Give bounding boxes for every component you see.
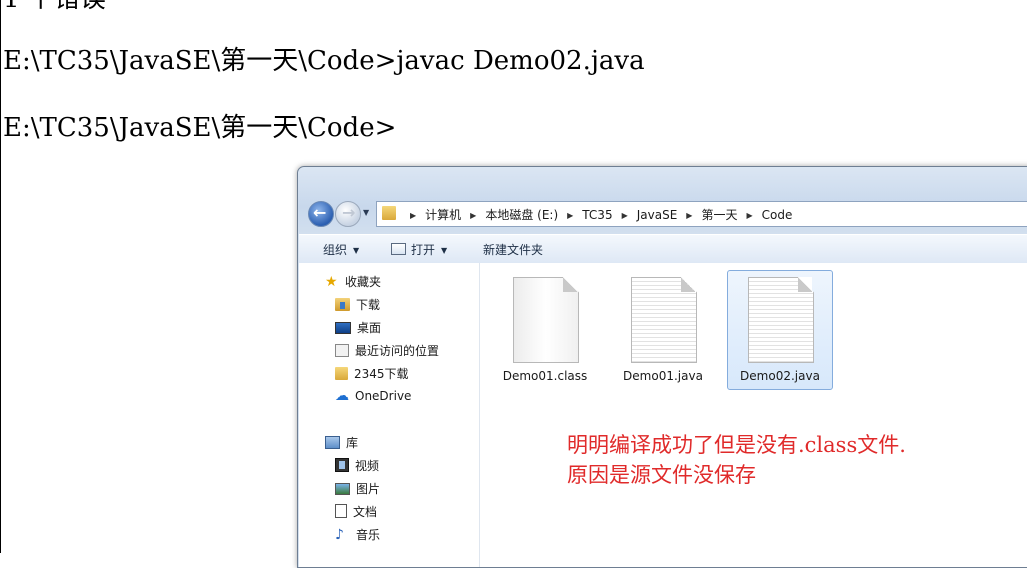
explorer-window: ← → ▼ ▶ 计算机 ▶ 本地磁盘 (E:) ▶ TC35 ▶ JavaSE ▶ 第一天 ▶ Cod… bbox=[297, 166, 1027, 568]
nav-item-recent-places[interactable]: 最近访问的位置 bbox=[335, 342, 439, 359]
star-icon: ★ bbox=[325, 274, 338, 290]
breadcrumb-separator-icon[interactable]: ▶ bbox=[622, 211, 628, 220]
nav-item-label: 视频 bbox=[355, 459, 380, 473]
nav-item-downloads[interactable]: 下载 bbox=[335, 296, 380, 313]
nav-item-label: 图片 bbox=[356, 482, 381, 496]
console-prompt-line[interactable]: E:\TC35\JavaSE\第一天\Code> bbox=[3, 113, 396, 143]
nav-item-music[interactable]: ♪ 音乐 bbox=[335, 526, 380, 543]
breadcrumb-day1[interactable]: 第一天 bbox=[701, 208, 737, 222]
breadcrumb-code[interactable]: Code bbox=[762, 208, 793, 222]
breadcrumb-javase[interactable]: JavaSE bbox=[637, 208, 678, 222]
chevron-down-icon: ▼ bbox=[353, 246, 360, 255]
file-corner-fold bbox=[563, 277, 577, 292]
nav-item-favorites[interactable]: ★ 收藏夹 bbox=[325, 273, 381, 290]
breadcrumb-separator-icon[interactable]: ▶ bbox=[746, 211, 752, 220]
nav-item-pictures[interactable]: 图片 bbox=[335, 480, 380, 497]
back-arrow-icon: ← bbox=[313, 203, 327, 222]
console-left-border bbox=[0, 0, 1, 553]
file-corner-fold bbox=[798, 277, 812, 292]
breadcrumb-separator-icon[interactable]: ▶ bbox=[410, 211, 416, 220]
organize-button[interactable]: 组织 ▼ bbox=[323, 241, 359, 258]
nav-item-label: 下载 bbox=[356, 298, 381, 312]
picture-icon bbox=[335, 483, 350, 495]
breadcrumb-local-disk[interactable]: 本地磁盘 (E:) bbox=[485, 208, 558, 222]
annotation-text-line-1: 明明编译成功了但是没有.class文件. bbox=[567, 433, 906, 457]
nav-item-videos[interactable]: 视频 bbox=[335, 457, 379, 474]
desktop-icon bbox=[335, 322, 351, 334]
file-corner-fold bbox=[681, 277, 695, 292]
recent-pages-dropdown-icon[interactable]: ▼ bbox=[363, 208, 369, 217]
downloads-folder-icon bbox=[335, 298, 350, 311]
address-box[interactable]: ▶ 计算机 ▶ 本地磁盘 (E:) ▶ TC35 ▶ JavaSE ▶ 第一天 ▶ Code bbox=[376, 201, 1027, 227]
nav-item-libraries[interactable]: 库 bbox=[325, 434, 358, 451]
nav-item-label: 最近访问的位置 bbox=[355, 344, 440, 358]
organize-label: 组织 bbox=[323, 243, 348, 257]
video-icon bbox=[335, 458, 349, 472]
chevron-down-icon: ▼ bbox=[441, 246, 448, 255]
nav-item-label: 2345下载 bbox=[354, 367, 409, 381]
console-output-line: 1 个错误 bbox=[3, 0, 106, 14]
open-label: 打开 bbox=[411, 243, 436, 257]
back-button[interactable]: ← bbox=[308, 201, 334, 227]
command-toolbar: 组织 ▼ 打开 ▼ 新建文件夹 bbox=[299, 234, 1027, 264]
document-icon bbox=[335, 504, 347, 518]
nav-item-label: 库 bbox=[346, 436, 359, 450]
file-item-demo01-java[interactable]: Demo01.java bbox=[611, 271, 715, 389]
open-window-icon bbox=[391, 243, 406, 255]
file-name: Demo01.class bbox=[502, 369, 588, 383]
breadcrumb-separator-icon[interactable]: ▶ bbox=[470, 211, 476, 220]
library-icon bbox=[325, 436, 340, 449]
file-item-demo01-class[interactable]: Demo01.class bbox=[493, 271, 597, 389]
navigation-pane: ★ 收藏夹 下载 桌面 最近访问的位置 2345下载 ☁ OneDrive 库 视频 bbox=[299, 263, 480, 567]
forward-button[interactable]: → bbox=[335, 201, 361, 227]
nav-item-label: 音乐 bbox=[356, 528, 381, 542]
breadcrumb-computer[interactable]: 计算机 bbox=[425, 208, 461, 222]
breadcrumb-tc35[interactable]: TC35 bbox=[582, 208, 612, 222]
content-area: ★ 收藏夹 下载 桌面 最近访问的位置 2345下载 ☁ OneDrive 库 视频 bbox=[299, 263, 1027, 567]
folder-icon bbox=[382, 206, 396, 220]
file-name: Demo01.java bbox=[623, 369, 703, 383]
file-name: Demo02.java bbox=[740, 369, 820, 383]
music-note-icon: ♪ bbox=[335, 527, 344, 543]
nav-item-label: 桌面 bbox=[357, 321, 382, 335]
breadcrumb-separator-icon[interactable]: ▶ bbox=[686, 211, 692, 220]
nav-item-label: 文档 bbox=[353, 505, 378, 519]
folder-icon bbox=[335, 367, 348, 380]
address-bar-row: ← → ▼ ▶ 计算机 ▶ 本地磁盘 (E:) ▶ TC35 ▶ JavaSE ▶ 第一天 ▶ Cod… bbox=[306, 199, 1027, 229]
nav-item-documents[interactable]: 文档 bbox=[335, 503, 377, 520]
nav-item-onedrive[interactable]: ☁ OneDrive bbox=[335, 388, 412, 404]
breadcrumb: ▶ 计算机 ▶ 本地磁盘 (E:) ▶ TC35 ▶ JavaSE ▶ 第一天 ▶ Code bbox=[401, 206, 792, 223]
recent-places-icon bbox=[335, 344, 349, 357]
nav-item-2345-downloads[interactable]: 2345下载 bbox=[335, 365, 409, 382]
forward-arrow-icon: → bbox=[342, 203, 356, 222]
annotation-text-line-2: 原因是源文件没保存 bbox=[567, 463, 756, 487]
breadcrumb-separator-icon[interactable]: ▶ bbox=[567, 211, 573, 220]
nav-item-desktop[interactable]: 桌面 bbox=[335, 319, 381, 336]
nav-item-label: OneDrive bbox=[355, 389, 412, 403]
console-command-line: E:\TC35\JavaSE\第一天\Code>javac Demo02.jav… bbox=[3, 46, 645, 76]
file-item-demo02-java[interactable]: Demo02.java bbox=[727, 270, 833, 390]
new-folder-button[interactable]: 新建文件夹 bbox=[483, 241, 543, 258]
cloud-icon: ☁ bbox=[335, 388, 349, 404]
open-button[interactable]: 打开 ▼ bbox=[391, 241, 447, 258]
nav-item-label: 收藏夹 bbox=[345, 275, 382, 289]
